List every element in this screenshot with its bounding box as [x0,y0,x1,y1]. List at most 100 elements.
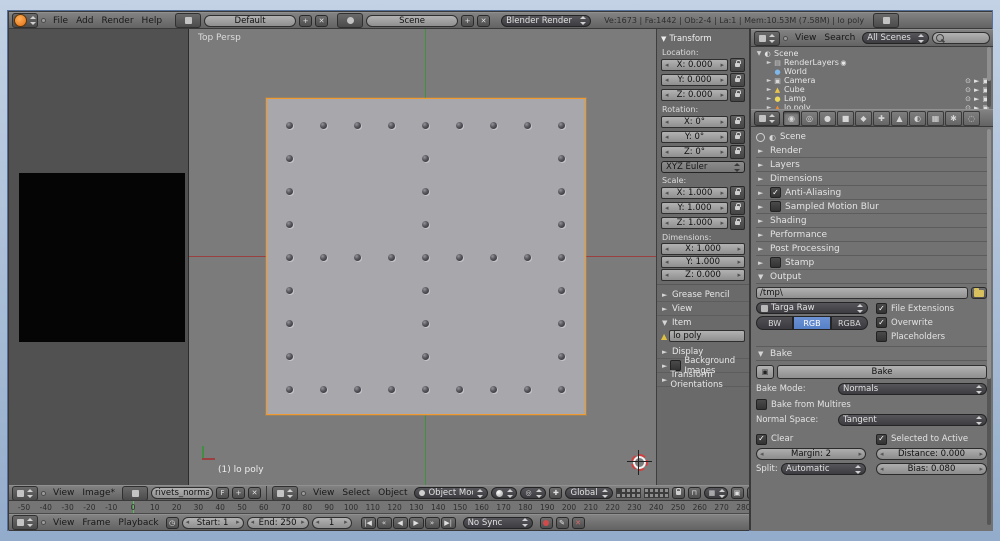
image-editor-type-button[interactable] [12,486,38,501]
panel-header-stamp[interactable]: ►Stamp [756,256,987,270]
jump-to-end-button[interactable]: ▶| [441,517,456,529]
location-field-z[interactable]: ◂Z: 0.000▸ [661,89,728,101]
visibility-icon[interactable]: ⊙ [965,95,971,103]
channel-rgb-button[interactable]: RGB [793,316,830,330]
outliner-scrollbar[interactable] [987,47,991,107]
selectability-icon[interactable]: ► [974,86,979,94]
margin-slider[interactable]: ◂Margin: 2▸ [756,448,866,460]
properties-editor-type-button[interactable] [754,111,780,126]
object-data-tab[interactable]: ▲ [891,111,908,126]
menu-help[interactable]: Help [138,16,167,26]
panel-header-post-processing[interactable]: ►Post Processing [756,242,987,256]
panel-header-performance[interactable]: ►Performance [756,228,987,242]
physics-tab[interactable]: ◌ [963,111,980,126]
lock-button[interactable] [730,73,745,87]
orientation-dropdown[interactable]: Global [565,487,612,499]
outliner-item-cube[interactable]: ►▲Cube⊙►▣ [755,85,993,94]
snap-element-dropdown[interactable]: ▦ [704,487,728,499]
menu-select[interactable]: Select [338,488,374,498]
file-extensions-checkbox[interactable]: ✓ [876,303,887,314]
outliner-item-lamp[interactable]: ►●Lamp⊙►▣ [755,94,993,103]
location-field-x[interactable]: ◂X: 0.000▸ [661,59,728,71]
expand-icon[interactable]: ▼ [755,50,763,57]
panel-header-shading[interactable]: ►Shading [756,214,987,228]
pin-icon[interactable] [756,133,765,142]
expand-icon[interactable]: ► [765,77,773,84]
lock-button[interactable] [730,216,745,230]
plate-object[interactable] [266,98,586,415]
window-icon[interactable] [873,13,899,28]
timeline-editor-type-button[interactable] [12,515,38,530]
mode-dropdown[interactable]: Object Mode [414,487,488,499]
menu-search[interactable]: Search [820,33,859,43]
scale-field-y[interactable]: ◂Y: 1.000▸ [661,202,728,214]
material-tab[interactable]: ◐ [909,111,926,126]
snap-magnet-button[interactable]: ⊓ [688,487,701,499]
scale-field-z[interactable]: ◂Z: 1.000▸ [661,217,728,229]
record-button[interactable] [540,517,553,529]
menu-view[interactable]: View [49,488,78,498]
scene-icon[interactable] [337,13,363,28]
editor-type-button[interactable] [12,13,38,28]
lock-button[interactable] [730,88,745,102]
split-dropdown[interactable]: Automatic [781,463,866,475]
bake-mode-dropdown[interactable]: Normals [838,383,987,395]
panel-header-layers[interactable]: ►Layers [756,158,987,172]
panel-checkbox[interactable] [770,257,781,268]
render-anim-button[interactable]: ▶ [747,487,749,499]
lock-button[interactable] [730,186,745,200]
dimensions-field-y[interactable]: ◂Y: 1.000▸ [661,256,745,268]
menu-image[interactable]: Image* [78,488,119,498]
expand-icon[interactable]: ► [765,86,773,93]
texture-tab[interactable]: ▦ [927,111,944,126]
header-collapse-dot[interactable] [783,36,788,41]
panel-header-render[interactable]: ►Render [756,144,987,158]
new-image-button[interactable]: + [232,487,245,499]
jump-to-start-button[interactable]: |◀ [361,517,376,529]
outliner-search-input[interactable] [932,32,990,44]
timeline-ruler[interactable]: -50-40-30-20-100102030405060708090100110… [9,501,749,514]
scene-field[interactable]: Scene [366,15,458,27]
manipulator-toggle[interactable]: ✚ [549,487,562,499]
render-engine-dropdown[interactable]: Blender Render [501,15,591,27]
layer-cell[interactable] [664,493,669,498]
menu-file[interactable]: File [49,16,72,26]
header-collapse-dot[interactable] [41,491,46,496]
panel-header-sampled-motion-blur[interactable]: ►Sampled Motion Blur [756,200,987,214]
bias-slider[interactable]: ◂Bias: 0.080▸ [876,463,987,475]
placeholders-checkbox[interactable] [876,331,887,342]
outliner-item-scene[interactable]: ▼◐Scene [755,49,993,58]
menu-frame[interactable]: Frame [78,518,114,528]
output-path-field[interactable]: /tmp\ [756,287,968,299]
menu-render[interactable]: Render [98,16,138,26]
screen-layout-field[interactable]: Default [204,15,296,27]
selectability-icon[interactable]: ► [974,77,979,85]
clock-icon[interactable]: ◷ [166,517,179,529]
item-panel[interactable]: ▼Item [657,316,749,329]
close-layout-button[interactable]: ✕ [315,15,328,27]
bake-icon-button[interactable]: ▣ [756,365,774,379]
modifiers-tab[interactable]: ✚ [873,111,890,126]
add-layout-button[interactable]: + [299,15,312,27]
outliner-editor-type-button[interactable] [754,31,780,46]
cursor-3d[interactable] [631,454,648,471]
panel-checkbox[interactable] [770,201,781,212]
menu-view[interactable]: View [309,488,338,498]
file-format-dropdown[interactable]: Targa Raw [756,302,868,314]
pivot-point-dropdown[interactable]: ◎ [520,487,546,499]
selectability-icon[interactable]: ► [974,95,979,103]
viewport-3d[interactable]: Top Persp (1) lo poly [189,29,656,485]
lock-button[interactable] [730,115,745,129]
overwrite-checkbox[interactable]: ✓ [876,317,887,328]
clear-checkbox[interactable]: ✓ [756,434,767,445]
distance-slider[interactable]: ◂Distance: 0.000▸ [876,448,987,460]
lock-to-scene-button[interactable] [672,487,685,499]
panel-header-anti-aliasing[interactable]: ►✓Anti-Aliasing [756,186,987,200]
layer-cell[interactable] [636,493,641,498]
header-collapse-dot[interactable] [301,491,306,496]
play-button[interactable]: ▶ [409,517,424,529]
fake-user-button[interactable]: F [216,487,229,499]
unlink-image-button[interactable]: ✕ [248,487,261,499]
bake-button[interactable]: Bake [777,365,987,379]
scene-tab[interactable]: ◎ [801,111,818,126]
